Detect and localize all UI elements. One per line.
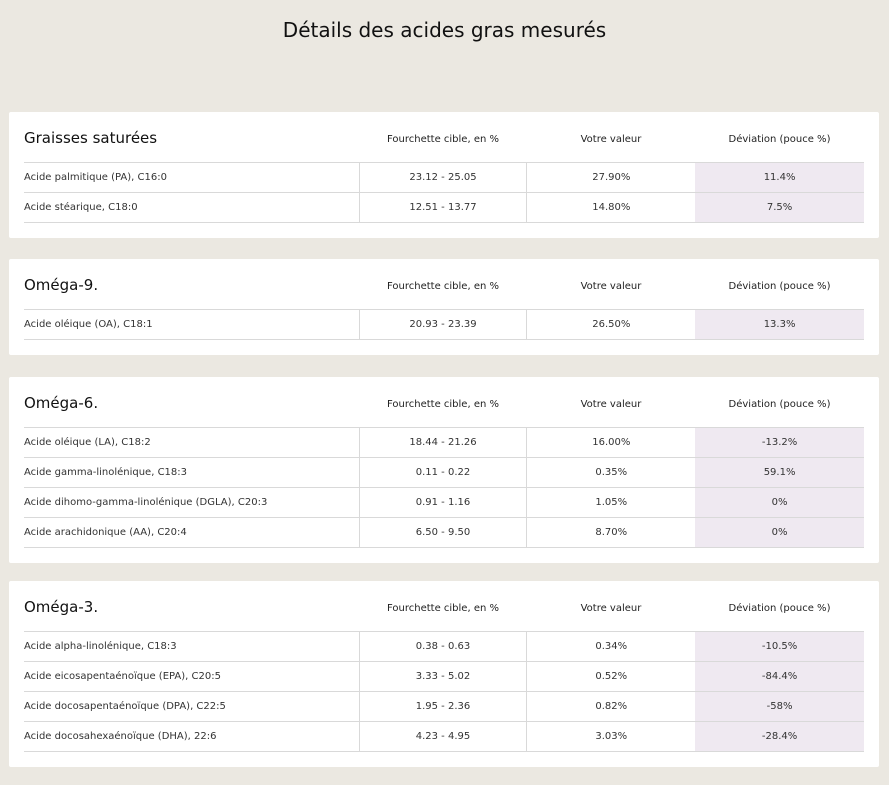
deviation-cell: 7.5% — [695, 193, 864, 222]
table-row: Acide arachidonique (AA), C20:4 6.50 - 9.… — [24, 518, 864, 548]
target-range-cell: 3.33 - 5.02 — [360, 662, 528, 691]
your-value-cell: 0.35% — [595, 467, 628, 478]
target-range-cell: 20.93 - 23.39 — [360, 310, 528, 339]
section-card: Graisses saturées Fourchette cible, en % V… — [9, 112, 879, 238]
page-title: Détails des acides gras mesurés — [282, 18, 607, 42]
your-value-cell: 26.50% — [592, 319, 631, 330]
your-value-cell: 1.05% — [595, 497, 628, 508]
target-range-cell: 12.51 - 13.77 — [360, 193, 528, 222]
acid-name-cell: Acide stéarique, C18:0 — [24, 193, 360, 222]
deviation-cell: -13.2% — [695, 428, 864, 457]
column-header-deviation: Déviation (pouce %) — [728, 603, 831, 614]
target-range-cell: 4.23 - 4.95 — [360, 722, 528, 751]
deviation-cell: -84.4% — [695, 662, 864, 691]
your-value-cell: 14.80% — [592, 202, 631, 213]
section-card: Oméga-3. Fourchette cible, en % Votre vale… — [9, 581, 879, 767]
table-row: Acide palmitique (PA), C16:0 23.12 - 25.0… — [24, 163, 864, 193]
table-row: Acide stéarique, C18:0 12.51 - 13.77 14.80… — [24, 193, 864, 223]
column-header-value: Votre valeur — [580, 399, 642, 410]
table-row: Acide oléique (OA), C18:1 20.93 - 23.39 26… — [24, 310, 864, 340]
target-range-cell: 0.11 - 0.22 — [360, 458, 528, 487]
table-row: Acide gamma-linolénique, C18:3 0.11 - 0.2… — [24, 458, 864, 488]
target-range-cell: 23.12 - 25.05 — [360, 163, 528, 192]
deviation-cell: 11.4% — [695, 163, 864, 192]
deviation-cell: -58% — [695, 692, 864, 721]
target-range-cell: 0.38 - 0.63 — [360, 632, 528, 661]
data-table: Acide palmitique (PA), C16:0 23.12 - 25.0… — [24, 162, 864, 223]
column-header-value: Votre valeur — [580, 603, 642, 614]
table-row: Acide docosapentaénoïque (DPA), C22:5 1.9… — [24, 692, 864, 722]
deviation-cell: 13.3% — [695, 310, 864, 339]
column-header-deviation: Déviation (pouce %) — [728, 134, 831, 145]
acid-name-cell: Acide docosapentaénoïque (DPA), C22:5 — [24, 692, 360, 721]
your-value-cell: 8.70% — [595, 527, 628, 538]
column-header-range: Fourchette cible, en % — [387, 399, 499, 410]
section-title: Graisses saturées — [24, 129, 158, 147]
column-header-value: Votre valeur — [580, 134, 642, 145]
table-row: Acide dihomo-gamma-linolénique (DGLA), C… — [24, 488, 864, 518]
section-header: Oméga-6. Fourchette cible, en % Votre vale… — [9, 377, 879, 427]
acid-name-cell: Acide docosahexaénoïque (DHA), 22:6 — [24, 722, 360, 751]
your-value-cell: 16.00% — [592, 437, 631, 448]
deviation-cell: -10.5% — [695, 632, 864, 661]
column-header-range: Fourchette cible, en % — [387, 281, 499, 292]
data-table: Acide alpha-linolénique, C18:3 0.38 - 0.6… — [24, 631, 864, 752]
column-header-value: Votre valeur — [580, 281, 642, 292]
column-header-deviation: Déviation (pouce %) — [728, 399, 831, 410]
section-title: Oméga-6. — [24, 394, 99, 412]
target-range-cell: 18.44 - 21.26 — [360, 428, 528, 457]
acid-name-cell: Acide dihomo-gamma-linolénique (DGLA), C… — [24, 488, 360, 517]
table-row: Acide alpha-linolénique, C18:3 0.38 - 0.6… — [24, 632, 864, 662]
column-header-range: Fourchette cible, en % — [387, 134, 499, 145]
acid-name-cell: Acide alpha-linolénique, C18:3 — [24, 632, 360, 661]
section-title: Oméga-9. — [24, 276, 99, 294]
your-value-cell: 27.90% — [592, 172, 631, 183]
table-row: Acide eicosapentaénoïque (EPA), C20:5 3.3… — [24, 662, 864, 692]
target-range-cell: 1.95 - 2.36 — [360, 692, 528, 721]
data-table: Acide oléique (LA), C18:2 18.44 - 21.26 16… — [24, 427, 864, 548]
table-row: Acide docosahexaénoïque (DHA), 22:6 4.23 … — [24, 722, 864, 752]
acid-name-cell: Acide eicosapentaénoïque (EPA), C20:5 — [24, 662, 360, 691]
target-range-cell: 0.91 - 1.16 — [360, 488, 528, 517]
section-header: Graisses saturées Fourchette cible, en % V… — [9, 112, 879, 162]
deviation-cell: -28.4% — [695, 722, 864, 751]
acid-name-cell: Acide palmitique (PA), C16:0 — [24, 163, 360, 192]
target-range-cell: 6.50 - 9.50 — [360, 518, 528, 547]
deviation-cell: 59.1% — [695, 458, 864, 487]
section-title: Oméga-3. — [24, 598, 99, 616]
column-header-deviation: Déviation (pouce %) — [728, 281, 831, 292]
column-header-range: Fourchette cible, en % — [387, 603, 499, 614]
deviation-cell: 0% — [695, 488, 864, 517]
acid-name-cell: Acide arachidonique (AA), C20:4 — [24, 518, 360, 547]
data-table: Acide oléique (OA), C18:1 20.93 - 23.39 26… — [24, 309, 864, 340]
section-header: Oméga-3. Fourchette cible, en % Votre vale… — [9, 581, 879, 631]
your-value-cell: 0.82% — [595, 701, 628, 712]
section-card: Oméga-6. Fourchette cible, en % Votre vale… — [9, 377, 879, 563]
acid-name-cell: Acide oléique (OA), C18:1 — [24, 310, 360, 339]
your-value-cell: 0.52% — [595, 671, 628, 682]
acid-name-cell: Acide oléique (LA), C18:2 — [24, 428, 360, 457]
table-row: Acide oléique (LA), C18:2 18.44 - 21.26 16… — [24, 428, 864, 458]
section-header: Oméga-9. Fourchette cible, en % Votre vale… — [9, 259, 879, 309]
acid-name-cell: Acide gamma-linolénique, C18:3 — [24, 458, 360, 487]
your-value-cell: 3.03% — [595, 731, 628, 742]
section-card: Oméga-9. Fourchette cible, en % Votre vale… — [9, 259, 879, 355]
your-value-cell: 0.34% — [595, 641, 628, 652]
deviation-cell: 0% — [695, 518, 864, 547]
